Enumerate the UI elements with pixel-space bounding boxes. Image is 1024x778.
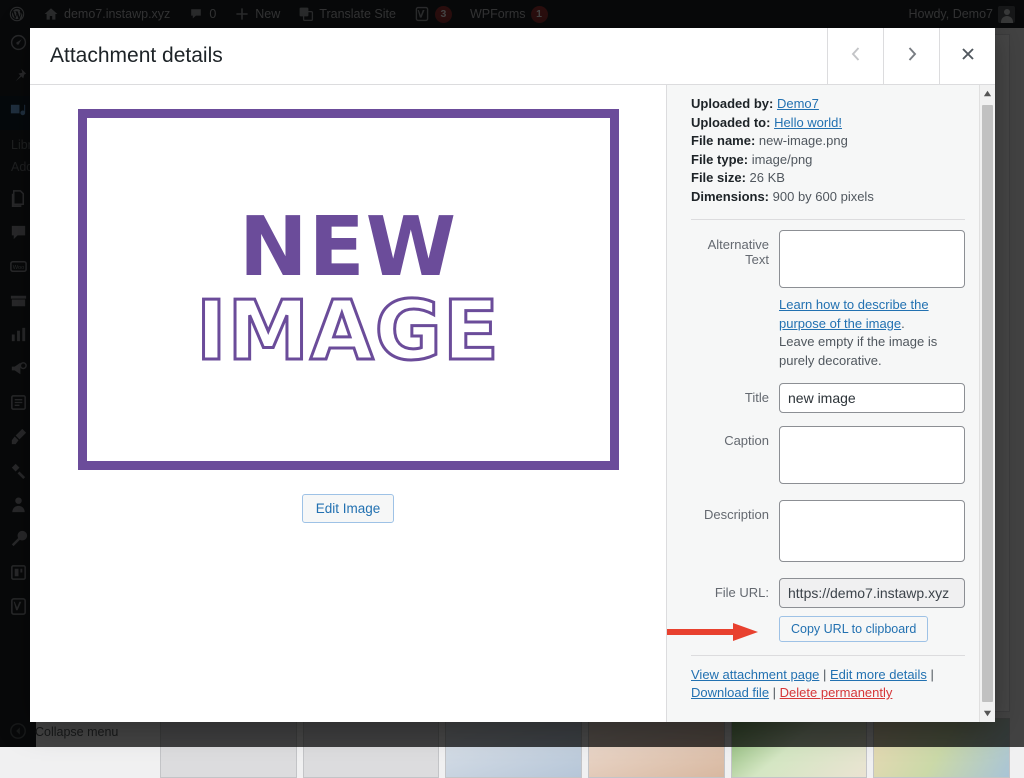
divider [691, 655, 965, 656]
meta-label: File name: [691, 133, 755, 148]
modal-header: Attachment details [30, 28, 995, 85]
title-row: Title [691, 383, 965, 413]
title-input[interactable] [779, 383, 965, 413]
delete-permanently-link[interactable]: Delete permanently [780, 685, 893, 700]
alt-text-input[interactable] [779, 230, 965, 288]
alt-text-help: Learn how to describe the purpose of the… [779, 296, 939, 370]
divider [691, 219, 965, 220]
meta-value: 900 by 600 pixels [773, 189, 874, 204]
caption-control [779, 426, 965, 487]
link-separator: | [769, 685, 780, 700]
alt-text-help-link[interactable]: Learn how to describe the purpose of the… [779, 297, 929, 331]
attachment-details-modal: Attachment details NEW IMAGE Edit Image [30, 28, 995, 722]
meta-label: Uploaded to: [691, 115, 770, 130]
meta-file-size: File size: 26 KB [691, 169, 965, 188]
scroll-down-arrow-icon[interactable] [983, 705, 992, 722]
scrollbar-thumb[interactable] [982, 105, 993, 702]
meta-file-name: File name: new-image.png [691, 132, 965, 151]
close-modal-button[interactable] [939, 28, 995, 84]
description-input[interactable] [779, 500, 965, 562]
meta-label: Uploaded by: [691, 96, 773, 111]
alt-text-control: Learn how to describe the purpose of the… [779, 230, 965, 370]
meta-uploaded-by: Uploaded by: Demo7 [691, 95, 965, 114]
caption-label: Caption [691, 426, 779, 448]
modal-body: NEW IMAGE Edit Image Uploaded by: Demo7 … [30, 85, 995, 722]
link-separator: | [819, 667, 830, 682]
description-row: Description [691, 500, 965, 565]
attachment-action-links: View attachment page | Edit more details… [691, 666, 965, 702]
uploaded-by-link[interactable]: Demo7 [777, 96, 819, 111]
file-url-control: Copy URL to clipboard [779, 578, 965, 642]
scroll-up-arrow-icon[interactable] [983, 85, 992, 102]
meta-value: image/png [752, 152, 813, 167]
file-url-label: File URL: [691, 578, 779, 600]
attachment-metadata: Uploaded by: Demo7 Uploaded to: Hello wo… [691, 95, 965, 206]
attachment-preview-pane: NEW IMAGE Edit Image [30, 85, 666, 722]
wp-admin-root: Library Add New Woo [0, 0, 1024, 747]
view-attachment-page-link[interactable]: View attachment page [691, 667, 819, 682]
attachment-details-pane: Uploaded by: Demo7 Uploaded to: Hello wo… [666, 85, 995, 722]
close-icon [958, 44, 978, 69]
image-text-line-1: NEW [239, 209, 457, 287]
title-control [779, 383, 965, 413]
meta-file-type: File type: image/png [691, 151, 965, 170]
edit-image-button[interactable]: Edit Image [302, 494, 395, 523]
image-text-line-2: IMAGE [196, 293, 500, 371]
caption-row: Caption [691, 426, 965, 487]
meta-uploaded-to: Uploaded to: Hello world! [691, 114, 965, 133]
alt-text-label: Alternative Text [691, 230, 779, 267]
meta-label: File type: [691, 152, 748, 167]
details-scrollbar[interactable] [979, 85, 995, 722]
link-separator: | [927, 667, 934, 682]
description-label: Description [691, 500, 779, 522]
chevron-left-icon [846, 44, 866, 69]
file-url-input[interactable] [779, 578, 965, 608]
alt-text-row: Alternative Text Learn how to describe t… [691, 230, 965, 370]
meta-value: 26 KB [750, 170, 785, 185]
meta-label: Dimensions: [691, 189, 769, 204]
attachment-image: NEW IMAGE [78, 109, 619, 470]
edit-more-details-link[interactable]: Edit more details [830, 667, 927, 682]
copy-url-button[interactable]: Copy URL to clipboard [779, 616, 928, 642]
previous-attachment-button[interactable] [827, 28, 883, 84]
meta-label: File size: [691, 170, 746, 185]
meta-dimensions: Dimensions: 900 by 600 pixels [691, 188, 965, 207]
page-title: Attachment details [30, 28, 827, 84]
annotation-arrow [666, 620, 767, 644]
description-control [779, 500, 965, 565]
next-attachment-button[interactable] [883, 28, 939, 84]
meta-value: new-image.png [759, 133, 848, 148]
caption-input[interactable] [779, 426, 965, 484]
chevron-right-icon [902, 44, 922, 69]
title-label: Title [691, 383, 779, 405]
uploaded-to-link[interactable]: Hello world! [774, 115, 842, 130]
download-file-link[interactable]: Download file [691, 685, 769, 700]
